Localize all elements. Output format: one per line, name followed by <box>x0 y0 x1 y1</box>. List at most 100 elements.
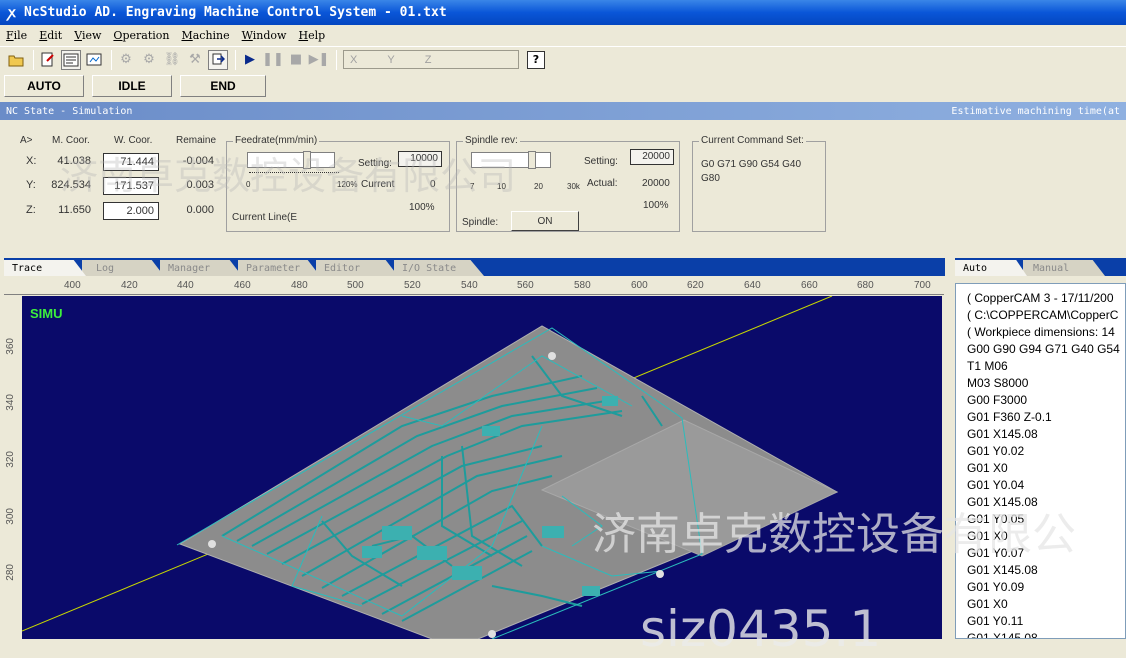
menu-window[interactable]: Window <box>236 29 293 42</box>
spindle-slider[interactable] <box>471 151 551 169</box>
spindle-tick-20: 20 <box>534 182 543 191</box>
simu-label: SIMU <box>30 306 63 321</box>
machine-coord-z: 11.650 <box>58 204 91 216</box>
left-tab-strip: Trace Log Manager Parameter Editor I/O S… <box>4 258 945 276</box>
step-icon[interactable]: ▶❚ <box>309 50 330 70</box>
feedrate-slider[interactable] <box>247 151 335 169</box>
machine-icon[interactable] <box>208 49 228 70</box>
ruler-x-tick: 420 <box>121 280 138 291</box>
menu-file[interactable]: File <box>0 29 33 42</box>
feedrate-percent: 100% <box>409 202 435 213</box>
code-line: G00 G90 G94 G71 G40 G54 <box>967 342 1120 356</box>
mode-idle: IDLE <box>92 75 172 97</box>
tab-parameter[interactable]: Parameter <box>238 260 320 276</box>
spindle-setting-label: Setting: <box>584 156 618 167</box>
tab-manager[interactable]: Manager <box>160 260 242 276</box>
ruler-x-tick: 640 <box>744 280 761 291</box>
gcode-panel[interactable]: ( CopperCAM 3 - 17/11/200 ( C:\COPPERCAM… <box>955 283 1126 639</box>
ruler-y-tick: 280 <box>5 564 16 581</box>
spindle-label: Spindle: <box>462 217 499 228</box>
spindle-on-button[interactable]: ON <box>511 211 579 231</box>
help-icon[interactable]: ? <box>527 50 545 69</box>
start-icon[interactable]: ▶ <box>240 50 260 70</box>
ruler-horizontal: 400 420 440 460 480 500 520 540 560 580 … <box>4 278 944 295</box>
menu-edit[interactable]: Edit <box>33 29 68 42</box>
axis-x-label: X <box>350 53 358 66</box>
menu-machine[interactable]: Machine <box>175 29 235 42</box>
feedrate-setting-value[interactable]: 10000 <box>398 151 442 167</box>
spindle-tick-10: 10 <box>497 182 506 191</box>
spindle-slider-thumb[interactable] <box>528 151 536 169</box>
code-line: M03 S8000 <box>967 376 1029 390</box>
tab-auto[interactable]: Auto <box>955 260 1027 276</box>
feedrate-slider-thumb[interactable] <box>303 151 311 169</box>
code-line: T1 M06 <box>967 359 1008 373</box>
feedrate-min-label: 0 <box>246 180 251 189</box>
ruler-y-tick: 300 <box>5 508 16 525</box>
spindle-actual-label: Actual: <box>587 178 618 189</box>
pcb-toolpath-graphic <box>22 296 839 639</box>
right-tab-strip: Auto Manual <box>955 258 1126 276</box>
tool-icon[interactable]: ⚒ <box>185 50 205 70</box>
command-set-title: Current Command Set: <box>699 135 806 146</box>
tab-log[interactable]: Log <box>82 260 164 276</box>
spindle-stop-icon[interactable]: ⛓ <box>162 50 182 70</box>
code-line: G00 F3000 <box>967 393 1028 407</box>
toolbar-separator <box>235 49 236 70</box>
tab-manual[interactable]: Manual <box>1023 260 1105 276</box>
feedrate-title: Feedrate(mm/min) <box>233 135 320 146</box>
estimated-time-label: Estimative machining time(at <box>951 105 1120 117</box>
spindle-percent: 100% <box>643 200 669 211</box>
spindle-setting-value[interactable]: 20000 <box>630 149 674 165</box>
spindle-tick-30k: 30k <box>567 182 580 191</box>
command-set-text: G0 G71 G90 G54 G40 G80 <box>701 159 802 184</box>
code-line: G01 X145.08 <box>967 427 1038 441</box>
code-line: G01 X145.08 <box>967 563 1038 577</box>
tab-io-state[interactable]: I/O State <box>394 260 484 276</box>
edit-file-icon[interactable] <box>38 50 58 70</box>
code-line: G01 X0 <box>967 597 1008 611</box>
code-line: G01 Y0.05 <box>967 512 1025 526</box>
menu-operation[interactable]: Operation <box>107 29 175 42</box>
ruler-x-tick: 580 <box>574 280 591 291</box>
title-bar: ꭗ NcStudio AD. Engraving Machine Control… <box>0 0 1126 25</box>
code-line: G01 Y0.07 <box>967 546 1025 560</box>
axis-selector[interactable]: X Y Z <box>343 50 519 69</box>
pause-icon[interactable]: ❚❚ <box>262 50 284 70</box>
axis-y-label: Y <box>387 53 395 66</box>
axis-header: A> <box>20 135 33 146</box>
ruler-x-tick: 460 <box>234 280 251 291</box>
machine-coord-x: 41.038 <box>57 155 91 167</box>
spindle-tick-7: 7 <box>470 182 475 191</box>
menu-view[interactable]: View <box>68 29 107 42</box>
simulation-view[interactable]: SIMU <box>22 296 942 639</box>
tab-trace[interactable]: Trace <box>4 260 86 276</box>
ruler-x-tick: 680 <box>857 280 874 291</box>
nc-state-label: NC State - Simulation <box>6 105 133 117</box>
mode-auto: AUTO <box>4 75 84 97</box>
spindle-ccw-icon[interactable]: ⚙ <box>139 50 159 70</box>
stop-icon[interactable]: ■ <box>286 50 306 70</box>
spindle-cw-icon[interactable]: ⚙ <box>116 50 136 70</box>
code-line: ( C:\COPPERCAM\CopperC <box>967 308 1119 322</box>
ruler-vertical: 360 340 320 300 280 <box>4 296 22 639</box>
feedrate-current-label: Current <box>361 179 395 190</box>
toolbar-separator <box>336 49 337 70</box>
current-line-label: Current Line(E <box>232 212 298 223</box>
feedrate-max-label: 120% <box>337 180 358 189</box>
work-coord-header: W. Coor. <box>114 135 153 146</box>
toolbar-separator <box>111 49 112 70</box>
ruler-x-tick: 620 <box>687 280 704 291</box>
spindle-group: Spindle rev: 7 10 20 30k Setting: 20000 … <box>456 135 680 232</box>
spindle-actual-value: 20000 <box>642 178 670 189</box>
menu-help[interactable]: Help <box>292 29 331 42</box>
tab-editor[interactable]: Editor <box>316 260 398 276</box>
open-file-icon[interactable] <box>6 50 26 70</box>
view-program-icon[interactable] <box>61 49 81 70</box>
code-line: G01 X145.08 <box>967 631 1038 639</box>
ruler-x-tick: 500 <box>347 280 364 291</box>
simulate-icon[interactable] <box>84 50 104 70</box>
axis-z-label: Z <box>424 53 432 66</box>
feedrate-group: Feedrate(mm/min) 0 120% Setting: 10000 C… <box>226 135 450 232</box>
window-title: NcStudio AD. Engraving Machine Control S… <box>24 5 447 20</box>
